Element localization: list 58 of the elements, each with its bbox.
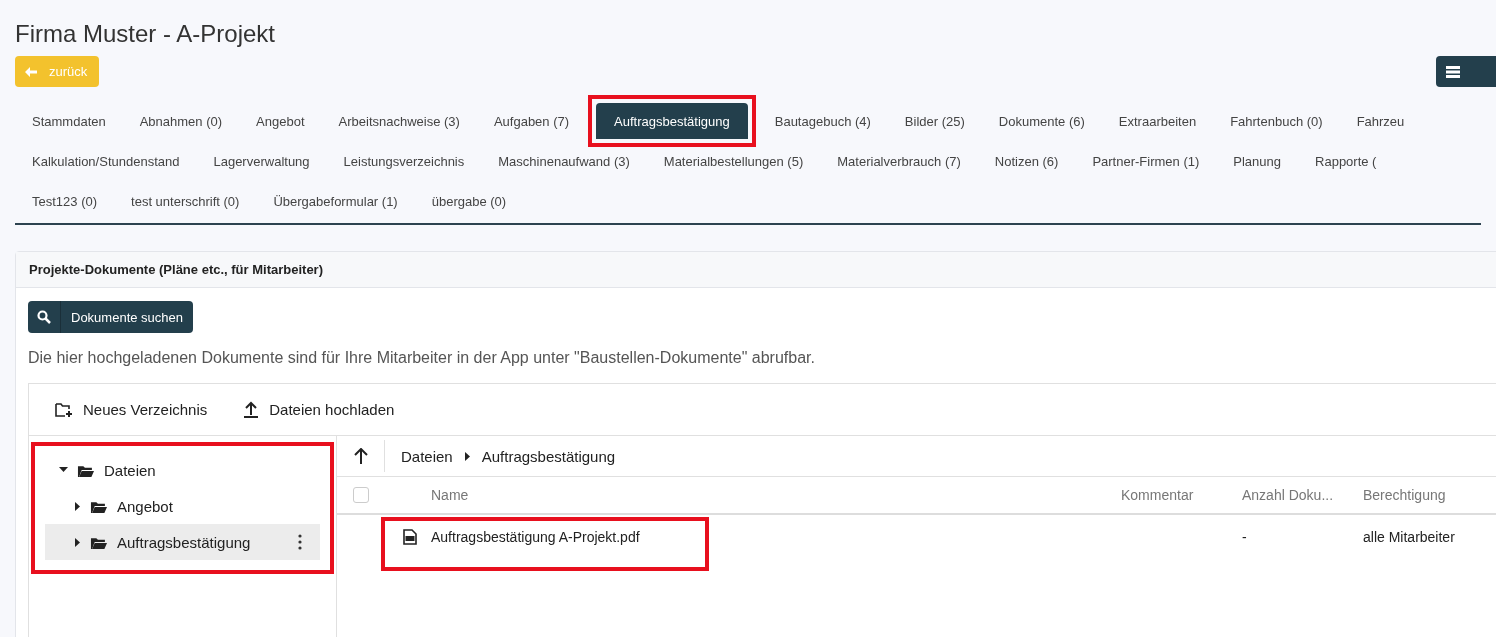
caret-right-icon <box>464 451 470 461</box>
tab[interactable]: Partner-Firmen (1) <box>1075 143 1217 179</box>
toolbar-button[interactable]: Dateien hochladen <box>243 401 395 418</box>
tab[interactable]: Rapporte ( <box>1298 143 1394 179</box>
upload-icon <box>243 401 260 418</box>
file-name[interactable]: Auftragsbestätigung A-Projekt.pdf <box>431 529 640 545</box>
tab[interactable]: Abnahmen (0) <box>122 103 240 139</box>
column-header[interactable]: Name <box>431 487 1121 503</box>
column-header[interactable]: Berechtigung <box>1363 487 1496 503</box>
tab[interactable]: Lagerverwaltung <box>196 143 327 179</box>
kebab-menu-icon[interactable] <box>298 534 302 550</box>
tab[interactable]: Planung <box>1216 143 1299 179</box>
arrow-left-icon <box>25 66 37 77</box>
caret-right-icon[interactable] <box>75 501 81 511</box>
tree-item[interactable]: Angebot <box>45 488 320 524</box>
tab[interactable]: Übergabeformular (1) <box>256 183 415 219</box>
tree-item[interactable]: Dateien <box>45 452 320 488</box>
tab[interactable]: Fahrzeu <box>1339 103 1422 139</box>
tab[interactable]: test unterschrift (0) <box>114 183 257 219</box>
tab[interactable]: Maschinenaufwand (3) <box>481 143 647 179</box>
breadcrumb-link[interactable]: Dateien <box>401 447 453 465</box>
column-header[interactable]: Kommentar <box>1121 487 1242 503</box>
column-header[interactable]: Anzahl Doku... <box>1242 487 1363 503</box>
description-text: Die hier hochgeladenen Dokumente sind für Ihre Mitarbeiter in der App unter "Baustellen-Dokumente" abrufbar. <box>28 349 816 367</box>
arrow-up-icon <box>353 448 368 464</box>
breadcrumb-link[interactable]: Auftragsbestätigung <box>481 447 616 465</box>
folder-plus-icon <box>55 401 73 418</box>
search-icon <box>37 310 51 324</box>
tab[interactable]: Leistungsverzeichnis <box>326 143 482 179</box>
tab[interactable]: Fahrtenbuch (0) <box>1213 103 1340 139</box>
tab[interactable]: Dokumente (6) <box>981 103 1102 139</box>
tab[interactable]: Stammdaten <box>15 103 123 139</box>
tab[interactable]: Bilder (25) <box>887 103 982 139</box>
list-view-button[interactable] <box>1436 56 1496 87</box>
tab[interactable]: Bautagebuch (4) <box>757 103 888 139</box>
count-cell-text: - <box>1242 529 1248 545</box>
toolbar-button[interactable]: Neues Verzeichnis <box>55 401 208 418</box>
tab[interactable]: Notizen (6) <box>977 143 1076 179</box>
search-documents-button[interactable]: Dokumente suchen <box>28 301 193 333</box>
permission-cell-text: alle Mitarbeiter <box>1363 529 1456 545</box>
tab[interactable]: Angebot <box>239 103 322 139</box>
list-icon <box>1446 65 1460 78</box>
tab[interactable]: Aufgaben (7) <box>476 103 587 139</box>
caret-right-icon[interactable] <box>75 537 81 547</box>
tab[interactable]: Materialbestellungen (5) <box>646 143 821 179</box>
tree-item[interactable]: Auftragsbestätigung <box>45 524 320 560</box>
tab[interactable]: Extraarbeiten <box>1101 103 1214 139</box>
tab[interactable]: Auftragsbestätigung <box>596 103 748 139</box>
caret-down-icon[interactable] <box>59 467 68 473</box>
card-title: Projekte-Dokumente (Pläne etc., für Mitarbeiter) <box>16 252 1496 288</box>
tab[interactable]: Materialverbrauch (7) <box>820 143 978 179</box>
tab[interactable]: Arbeitsnachweise (3) <box>321 103 477 139</box>
tab[interactable]: Kalkulation/Stundenstand <box>15 143 197 179</box>
tab[interactable]: Test123 (0) <box>15 183 115 219</box>
pdf-file-icon <box>403 529 417 545</box>
select-all-checkbox[interactable] <box>353 487 369 503</box>
tab[interactable]: übergabe (0) <box>414 183 524 219</box>
page-title: Firma Muster - A-Projekt <box>15 20 276 48</box>
